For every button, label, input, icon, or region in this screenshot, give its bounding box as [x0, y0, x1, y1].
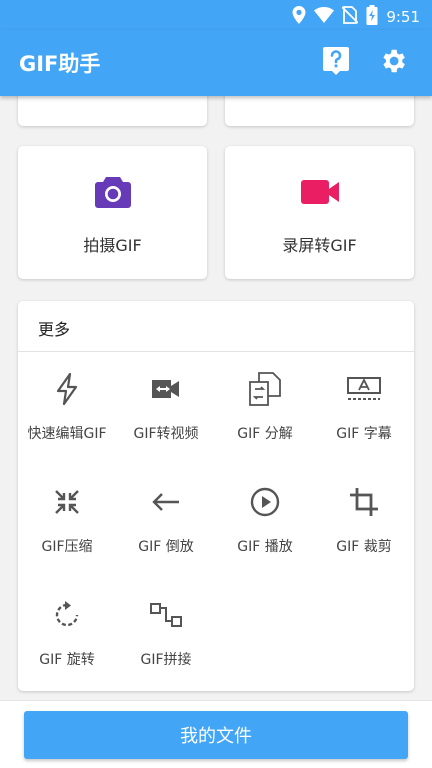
app-title: GIF助手 — [19, 52, 101, 76]
gif-reverse-item[interactable]: GIF 倒放 — [117, 466, 215, 579]
status-bar: 9:51 — [0, 0, 432, 30]
quick-edit-gif-label: 快速编辑GIF — [27, 426, 107, 442]
no-sim-icon — [341, 6, 359, 28]
record-screen-tile[interactable]: 录屏转GIF — [225, 146, 414, 279]
gear-icon — [378, 46, 408, 80]
video-camera-icon — [300, 176, 340, 208]
lightning-icon — [49, 371, 85, 407]
record-screen-label: 录屏转GIF — [282, 236, 357, 255]
compress-icon — [49, 484, 85, 520]
gif-subtitle-item[interactable]: GIF 字幕 — [315, 353, 413, 466]
scrolled-card-left[interactable] — [18, 96, 207, 126]
scrolled-card-right[interactable] — [225, 96, 414, 126]
gif-rotate-item[interactable]: GIF 旋转 — [18, 579, 116, 692]
gif-join-label: GIF拼接 — [140, 652, 192, 668]
join-icon — [148, 597, 184, 633]
gif-split-item[interactable]: GIF 分解 — [216, 353, 314, 466]
settings-button[interactable] — [374, 44, 412, 82]
gif-crop-label: GIF 裁剪 — [336, 539, 392, 555]
shoot-gif-label: 拍摄GIF — [83, 236, 142, 255]
gif-to-video-item[interactable]: GIF转视频 — [117, 353, 215, 466]
split-icon — [247, 371, 283, 407]
more-header: 更多 — [18, 301, 414, 352]
camera-icon — [93, 174, 133, 210]
more-title: 更多 — [38, 320, 71, 339]
reverse-arrow-icon — [148, 484, 184, 520]
gif-subtitle-label: GIF 字幕 — [336, 426, 392, 442]
help-button[interactable] — [317, 44, 355, 82]
status-time: 9:51 — [386, 8, 420, 26]
more-section: 更多 快速编辑GIF GIF转视频 GIF 分解 GIF 字幕 GIF压缩 GI… — [18, 301, 414, 691]
rotate-icon — [49, 597, 85, 633]
gif-compress-item[interactable]: GIF压缩 — [18, 466, 116, 579]
app-bar: GIF助手 — [0, 30, 432, 96]
quick-edit-gif-item[interactable]: 快速编辑GIF — [18, 353, 116, 466]
play-circle-icon — [247, 484, 283, 520]
my-files-button[interactable]: 我的文件 — [24, 711, 408, 759]
crop-icon — [346, 484, 382, 520]
shoot-gif-tile[interactable]: 拍摄GIF — [18, 146, 207, 279]
gif-play-label: GIF 播放 — [237, 539, 293, 555]
subtitle-icon — [346, 371, 382, 407]
bottom-bar: 我的文件 — [0, 700, 432, 768]
gif-crop-item[interactable]: GIF 裁剪 — [315, 466, 413, 579]
gif-join-item[interactable]: GIF拼接 — [117, 579, 215, 692]
status-icons: 9:51 — [292, 5, 420, 29]
gif-to-video-label: GIF转视频 — [133, 426, 199, 442]
wifi-icon — [314, 7, 335, 27]
gif-reverse-label: GIF 倒放 — [138, 539, 194, 555]
location-icon — [292, 6, 306, 28]
video-convert-icon — [148, 371, 184, 407]
gif-compress-label: GIF压缩 — [41, 539, 93, 555]
gif-play-item[interactable]: GIF 播放 — [216, 466, 314, 579]
gif-split-label: GIF 分解 — [237, 426, 293, 442]
gif-rotate-label: GIF 旋转 — [39, 652, 95, 668]
main-content[interactable]: 拍摄GIF 录屏转GIF 更多 快速编辑GIF GIF转视频 GIF 分解 GI… — [0, 96, 432, 700]
help-icon — [322, 46, 350, 80]
battery-charging-icon — [366, 5, 378, 29]
